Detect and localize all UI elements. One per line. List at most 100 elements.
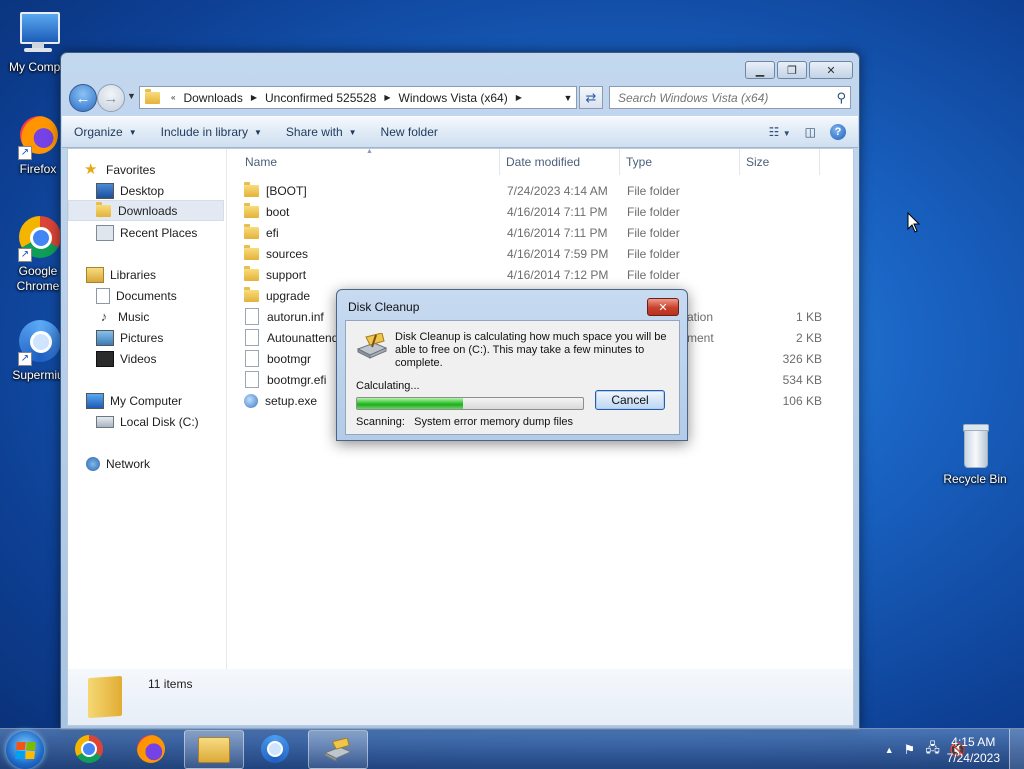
close-icon[interactable]: ✕ bbox=[647, 298, 679, 316]
maximize-button[interactable]: ❐ bbox=[777, 61, 807, 79]
file-name: bootmgr bbox=[267, 351, 312, 366]
folder-icon bbox=[244, 265, 259, 281]
nav-label: Music bbox=[118, 309, 150, 324]
nav-label: Libraries bbox=[110, 267, 157, 282]
address-overflow[interactable]: « bbox=[167, 93, 179, 102]
navigation-pane: ★ Favorites Desktop Downloads Recent Pla… bbox=[68, 149, 227, 669]
videos-icon bbox=[96, 350, 114, 367]
include-in-library-menu[interactable]: Include in library ▼ bbox=[149, 125, 274, 139]
new-folder-button[interactable]: New folder bbox=[369, 125, 450, 139]
progress-fill bbox=[357, 398, 464, 409]
computer-icon bbox=[14, 10, 62, 58]
nav-favorites[interactable]: ★ Favorites bbox=[84, 159, 240, 180]
include-in-library-label: Include in library bbox=[160, 125, 248, 139]
nav-libraries[interactable]: Libraries bbox=[86, 264, 242, 285]
file-row[interactable]: support 4/16/2014 7:12 PM File folder bbox=[244, 264, 844, 285]
file-size: 2 KB bbox=[795, 330, 822, 345]
breadcrumb-unconfirmed[interactable]: Unconfirmed 525528 bbox=[261, 91, 380, 105]
settings-file-icon bbox=[245, 308, 259, 325]
file-type: File folder bbox=[627, 267, 680, 282]
show-desktop-button[interactable] bbox=[1009, 729, 1024, 769]
help-icon[interactable]: ? bbox=[830, 124, 846, 140]
file-type: File folder bbox=[627, 225, 680, 240]
disk-cleanup-icon bbox=[323, 737, 353, 762]
column-header-type[interactable]: Type bbox=[620, 149, 740, 175]
taskbar: ▲ ⚑ 🖧 🔇 4:15 AM 7/24/2023 bbox=[0, 728, 1024, 769]
column-header-size[interactable]: Size bbox=[740, 149, 820, 175]
star-icon: ★ bbox=[84, 160, 98, 178]
close-button[interactable]: ✕ bbox=[809, 61, 853, 79]
setup-exe-icon bbox=[244, 393, 258, 408]
nav-network[interactable]: Network bbox=[86, 453, 242, 474]
taskbar-disk-cleanup[interactable] bbox=[308, 730, 368, 769]
firefox-icon bbox=[137, 734, 165, 763]
nav-music[interactable]: ♪ Music bbox=[96, 306, 224, 327]
nav-pictures[interactable]: Pictures bbox=[96, 327, 224, 348]
network-icon[interactable]: 🖧 bbox=[925, 739, 940, 761]
nav-downloads[interactable]: Downloads bbox=[68, 200, 224, 221]
file-name: sources bbox=[266, 246, 309, 261]
file-type: File folder bbox=[627, 183, 680, 198]
refresh-button[interactable]: ⇄ bbox=[579, 86, 603, 109]
scanning-status: Scanning: System error memory dump files bbox=[356, 416, 573, 428]
chevron-right-icon[interactable]: ▶ bbox=[247, 93, 261, 102]
start-button[interactable] bbox=[6, 731, 44, 769]
nav-local-disk[interactable]: Local Disk (C:) bbox=[96, 411, 224, 432]
downloads-folder-icon bbox=[96, 201, 111, 217]
file-row[interactable]: sources 4/16/2014 7:59 PM File folder bbox=[244, 243, 844, 264]
column-header-name[interactable]: Name ▲ bbox=[228, 148, 500, 175]
chevron-down-icon: ▼ bbox=[348, 127, 357, 137]
share-with-menu[interactable]: Share with ▼ bbox=[274, 125, 369, 139]
breadcrumb-windows-vista[interactable]: Windows Vista (x64) bbox=[395, 91, 512, 105]
file-date: 4/16/2014 7:11 PM bbox=[507, 204, 608, 219]
cancel-button[interactable]: Cancel bbox=[595, 390, 665, 410]
taskbar-supermium[interactable] bbox=[246, 730, 304, 767]
file-name: upgrade bbox=[266, 288, 311, 303]
file-icon bbox=[245, 350, 259, 367]
navigation-bar: ← → ▼ « Downloads ▶ Unconfirmed 525528 ▶… bbox=[69, 83, 851, 112]
item-count: 11 items bbox=[148, 677, 193, 691]
show-hidden-icons-icon[interactable]: ▲ bbox=[885, 745, 894, 755]
taskbar-chrome[interactable] bbox=[60, 730, 118, 767]
search-input[interactable] bbox=[616, 89, 830, 106]
folder-icon bbox=[244, 223, 259, 239]
recent-pages-dropdown[interactable]: ▼ bbox=[127, 91, 136, 101]
minimize-button[interactable]: ▁ bbox=[745, 61, 775, 79]
nav-label: Pictures bbox=[120, 330, 164, 345]
address-bar[interactable]: « Downloads ▶ Unconfirmed 525528 ▶ Windo… bbox=[139, 86, 577, 109]
file-row[interactable]: efi 4/16/2014 7:11 PM File folder bbox=[244, 222, 844, 243]
preview-pane-icon[interactable]: ◫ bbox=[805, 125, 816, 139]
taskbar-firefox[interactable] bbox=[122, 730, 180, 767]
taskbar-explorer[interactable] bbox=[184, 730, 244, 769]
recent-places-icon bbox=[96, 224, 114, 241]
search-icon[interactable]: ⚲ bbox=[836, 90, 846, 106]
organize-menu[interactable]: Organize ▼ bbox=[62, 125, 149, 139]
breadcrumb-downloads[interactable]: Downloads bbox=[179, 91, 246, 105]
address-dropdown-icon[interactable]: ▼ bbox=[560, 93, 576, 103]
column-header-label: Size bbox=[746, 155, 770, 169]
file-row[interactable]: [BOOT] 7/24/2023 4:14 AM File folder bbox=[244, 180, 844, 201]
nav-documents[interactable]: Documents bbox=[96, 285, 224, 306]
chevron-right-icon[interactable]: ▶ bbox=[512, 93, 526, 102]
nav-desktop[interactable]: Desktop bbox=[96, 180, 224, 201]
back-button[interactable]: ← bbox=[69, 84, 97, 112]
nav-my-computer[interactable]: My Computer bbox=[86, 390, 242, 411]
forward-button[interactable]: → bbox=[97, 84, 125, 112]
file-row[interactable]: boot 4/16/2014 7:11 PM File folder bbox=[244, 201, 844, 222]
sort-ascending-icon: ▲ bbox=[366, 148, 373, 155]
view-options-icon[interactable]: ☷ ▼ bbox=[769, 125, 791, 139]
firefox-icon: ↗ bbox=[14, 112, 62, 160]
folder-icon bbox=[145, 88, 160, 104]
file-name: bootmgr.efi bbox=[267, 372, 327, 387]
column-header-date-modified[interactable]: Date modified bbox=[500, 149, 620, 175]
desktop-icon-recycle-bin[interactable]: Recycle Bin bbox=[937, 422, 1013, 487]
nav-recent-places[interactable]: Recent Places bbox=[96, 222, 224, 243]
action-center-flag-icon[interactable]: ⚑ bbox=[904, 742, 916, 758]
clock[interactable]: 4:15 AM 7/24/2023 bbox=[947, 734, 1000, 766]
file-size: 326 KB bbox=[782, 351, 822, 366]
network-icon bbox=[86, 456, 100, 471]
nav-label: Desktop bbox=[120, 183, 165, 198]
chevron-right-icon[interactable]: ▶ bbox=[380, 93, 394, 102]
file-size: 1 KB bbox=[795, 309, 822, 324]
nav-videos[interactable]: Videos bbox=[96, 348, 224, 369]
